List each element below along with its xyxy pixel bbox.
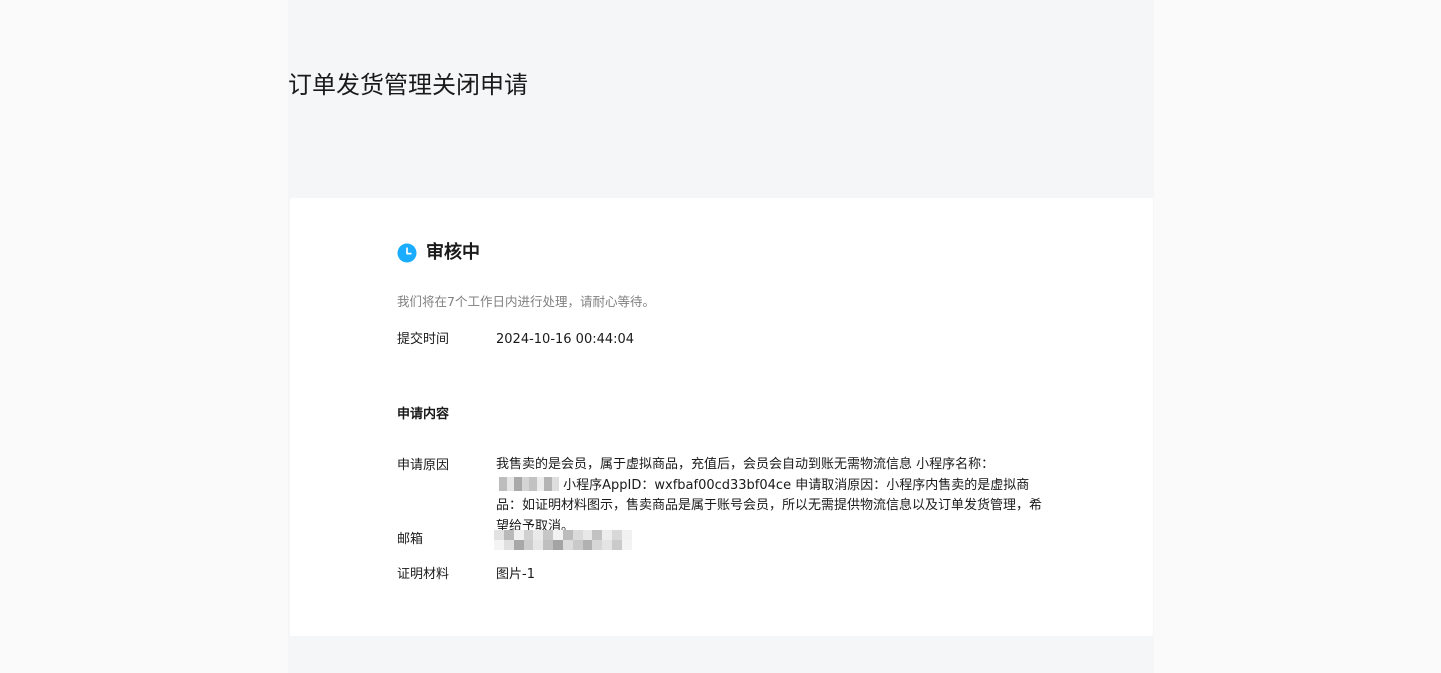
submit-time-value: 2024-10-16 00:44:04 [496,332,635,347]
page-title: 订单发货管理关闭申请 [288,71,528,99]
section-title-application: 申请内容 [397,407,450,422]
reason-text-part2: 小程序AppID：wxfbaf00cd33bf04ce 申请取消原因：小程序内售… [496,477,1043,534]
redacted-app-name-mosaic [499,476,559,491]
application-card: 审核中 我们将在7个工作日内进行处理，请耐心等待。 提交时间 2024-10-1… [290,198,1153,636]
reason-text-part1: 我售卖的是会员，属于虚拟商品，充值后，会员会自动到账无需物流信息 小程序名称： [496,457,995,472]
submit-time-label: 提交时间 [397,332,450,347]
status-title: 审核中 [426,242,480,263]
proof-label: 证明材料 [397,567,450,582]
proof-row: 证明材料 图片-1 [397,564,535,585]
clock-icon [397,243,417,263]
reason-value: 我售卖的是会员，属于虚拟商品，充值后，会员会自动到账无需物流信息 小程序名称： … [496,455,1046,537]
reason-row: 申请原因 我售卖的是会员，属于虚拟商品，充值后，会员会自动到账无需物流信息 小程… [397,455,1047,537]
reason-label: 申请原因 [397,458,450,473]
email-label: 邮箱 [397,532,424,547]
email-value [494,529,632,550]
email-row: 邮箱 [397,529,632,550]
proof-attachment-link[interactable]: 图片-1 [496,564,535,585]
redacted-email-mosaic [494,529,632,550]
status-description: 我们将在7个工作日内进行处理，请耐心等待。 [397,294,655,309]
status-row: 审核中 [397,240,480,266]
submit-time-row: 提交时间 2024-10-16 00:44:04 [397,329,634,350]
